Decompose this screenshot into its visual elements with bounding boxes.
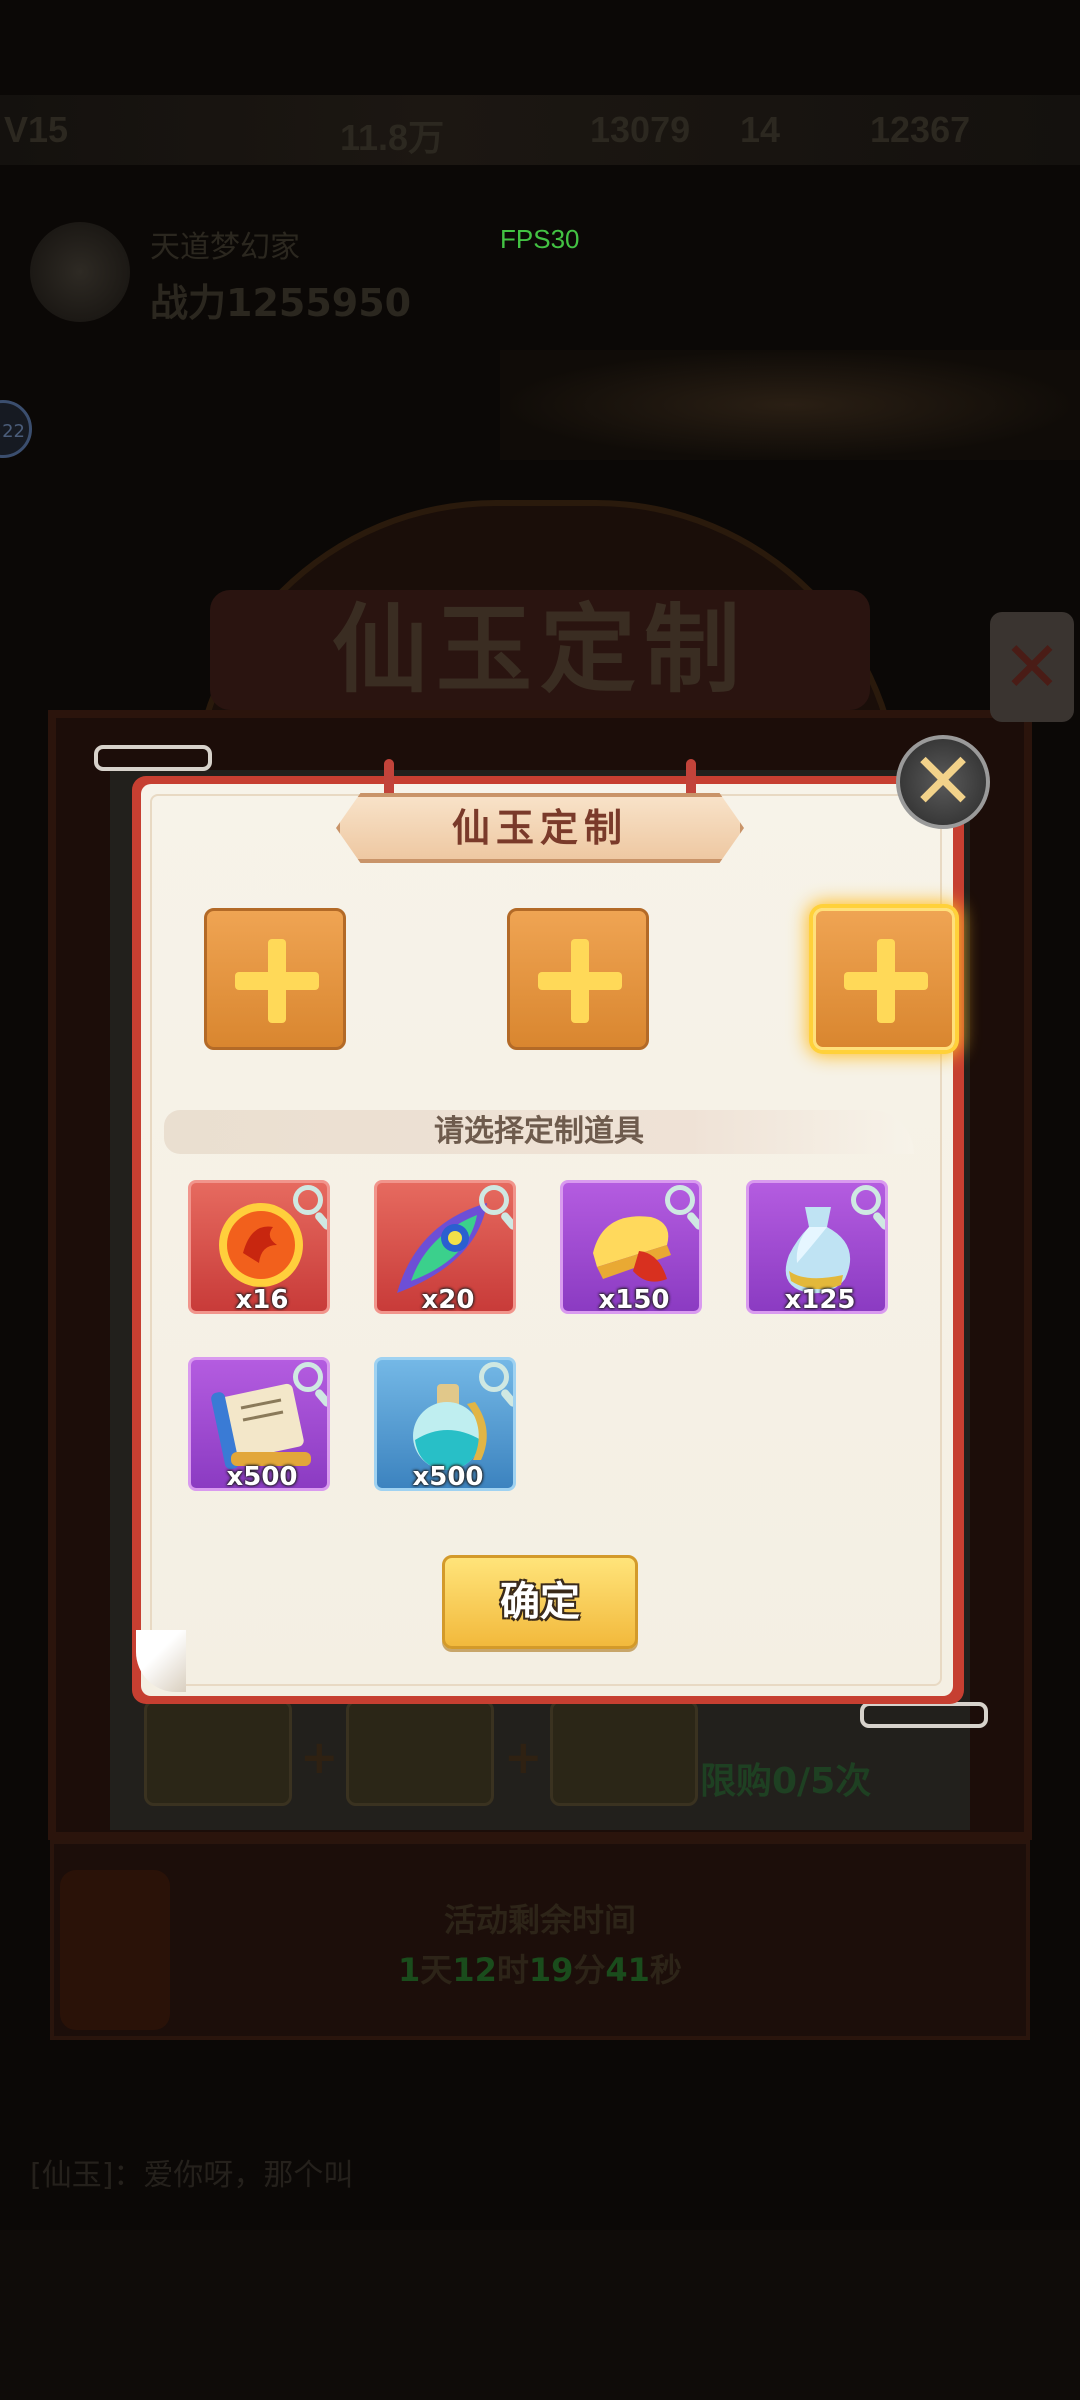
item-count: x125 [784,1285,856,1314]
item-peacock-feather[interactable]: x20 [374,1180,516,1314]
player-power: 战力1255950 [150,281,412,325]
dialog-title-plate: 仙玉定制 [336,759,744,863]
event-timer: 1天12时19分41秒 [398,1951,682,1989]
background-banner [500,350,1080,460]
custom-slot-1[interactable] [204,908,346,1050]
magnify-icon [665,1185,695,1215]
item-golden-comb[interactable]: x150 [560,1180,702,1314]
magnify-icon [479,1185,509,1215]
resource-2: 13079 [590,109,691,150]
item-count: x500 [412,1462,484,1491]
resource-1: 11.8万 [340,117,445,158]
level-badge: 22 [0,400,32,458]
vip-level: V15 [4,109,69,150]
item-count: x16 [235,1285,289,1314]
custom-slot-3[interactable] [813,908,955,1050]
item-jade-vase[interactable]: x125 [746,1180,888,1314]
close-icon: ✕ [910,737,976,827]
background-close-icon: ✕ [990,612,1074,722]
magnify-icon [851,1185,881,1215]
background-plus-icon: + [300,1730,339,1784]
confirm-label: 确定 [500,1579,580,1625]
section-label: 请选择定制道具 [434,1114,644,1149]
background-slot [346,1700,494,1806]
item-count: x500 [226,1462,298,1491]
player-avatar [30,222,130,322]
item-count: x20 [421,1285,475,1314]
player-name: 天道梦幻家 [150,230,300,265]
event-timer-title: 活动剩余时间 [443,1901,636,1939]
section-header: 请选择定制道具 [164,1110,914,1154]
item-count: x150 [598,1285,670,1314]
confirm-button[interactable]: 确定 [442,1555,638,1649]
bottom-nav-bar [0,2230,1080,2400]
top-resource-bar: V15 11.8万 13079 14 12367 [0,95,1080,165]
item-scroll[interactable]: x500 [188,1357,330,1491]
chat-message: [仙玉]：爱你呀，那个叫 [30,2158,354,2193]
cloud-decoration [860,1702,988,1728]
resource-4: 12367 [870,109,971,150]
item-potion-bottle[interactable]: x500 [374,1357,516,1491]
purchase-limit: 限购0/5次 [700,1761,872,1802]
dialog-title: 仙玉定制 [451,806,628,850]
magnify-icon [293,1362,323,1392]
resource-3: 14 [740,109,781,150]
background-title: 仙玉定制 [210,590,870,710]
magnify-icon [293,1185,323,1215]
custom-slot-2[interactable] [507,908,649,1050]
magnify-icon [479,1362,509,1392]
background-plus-icon: + [504,1730,543,1784]
background-slot [550,1700,698,1806]
item-phoenix-orb[interactable]: x16 [188,1180,330,1314]
background-slot [144,1700,292,1806]
cloud-decoration [94,745,212,771]
close-button[interactable]: ✕ [896,735,990,829]
fps-counter: FPS30 [500,224,580,254]
